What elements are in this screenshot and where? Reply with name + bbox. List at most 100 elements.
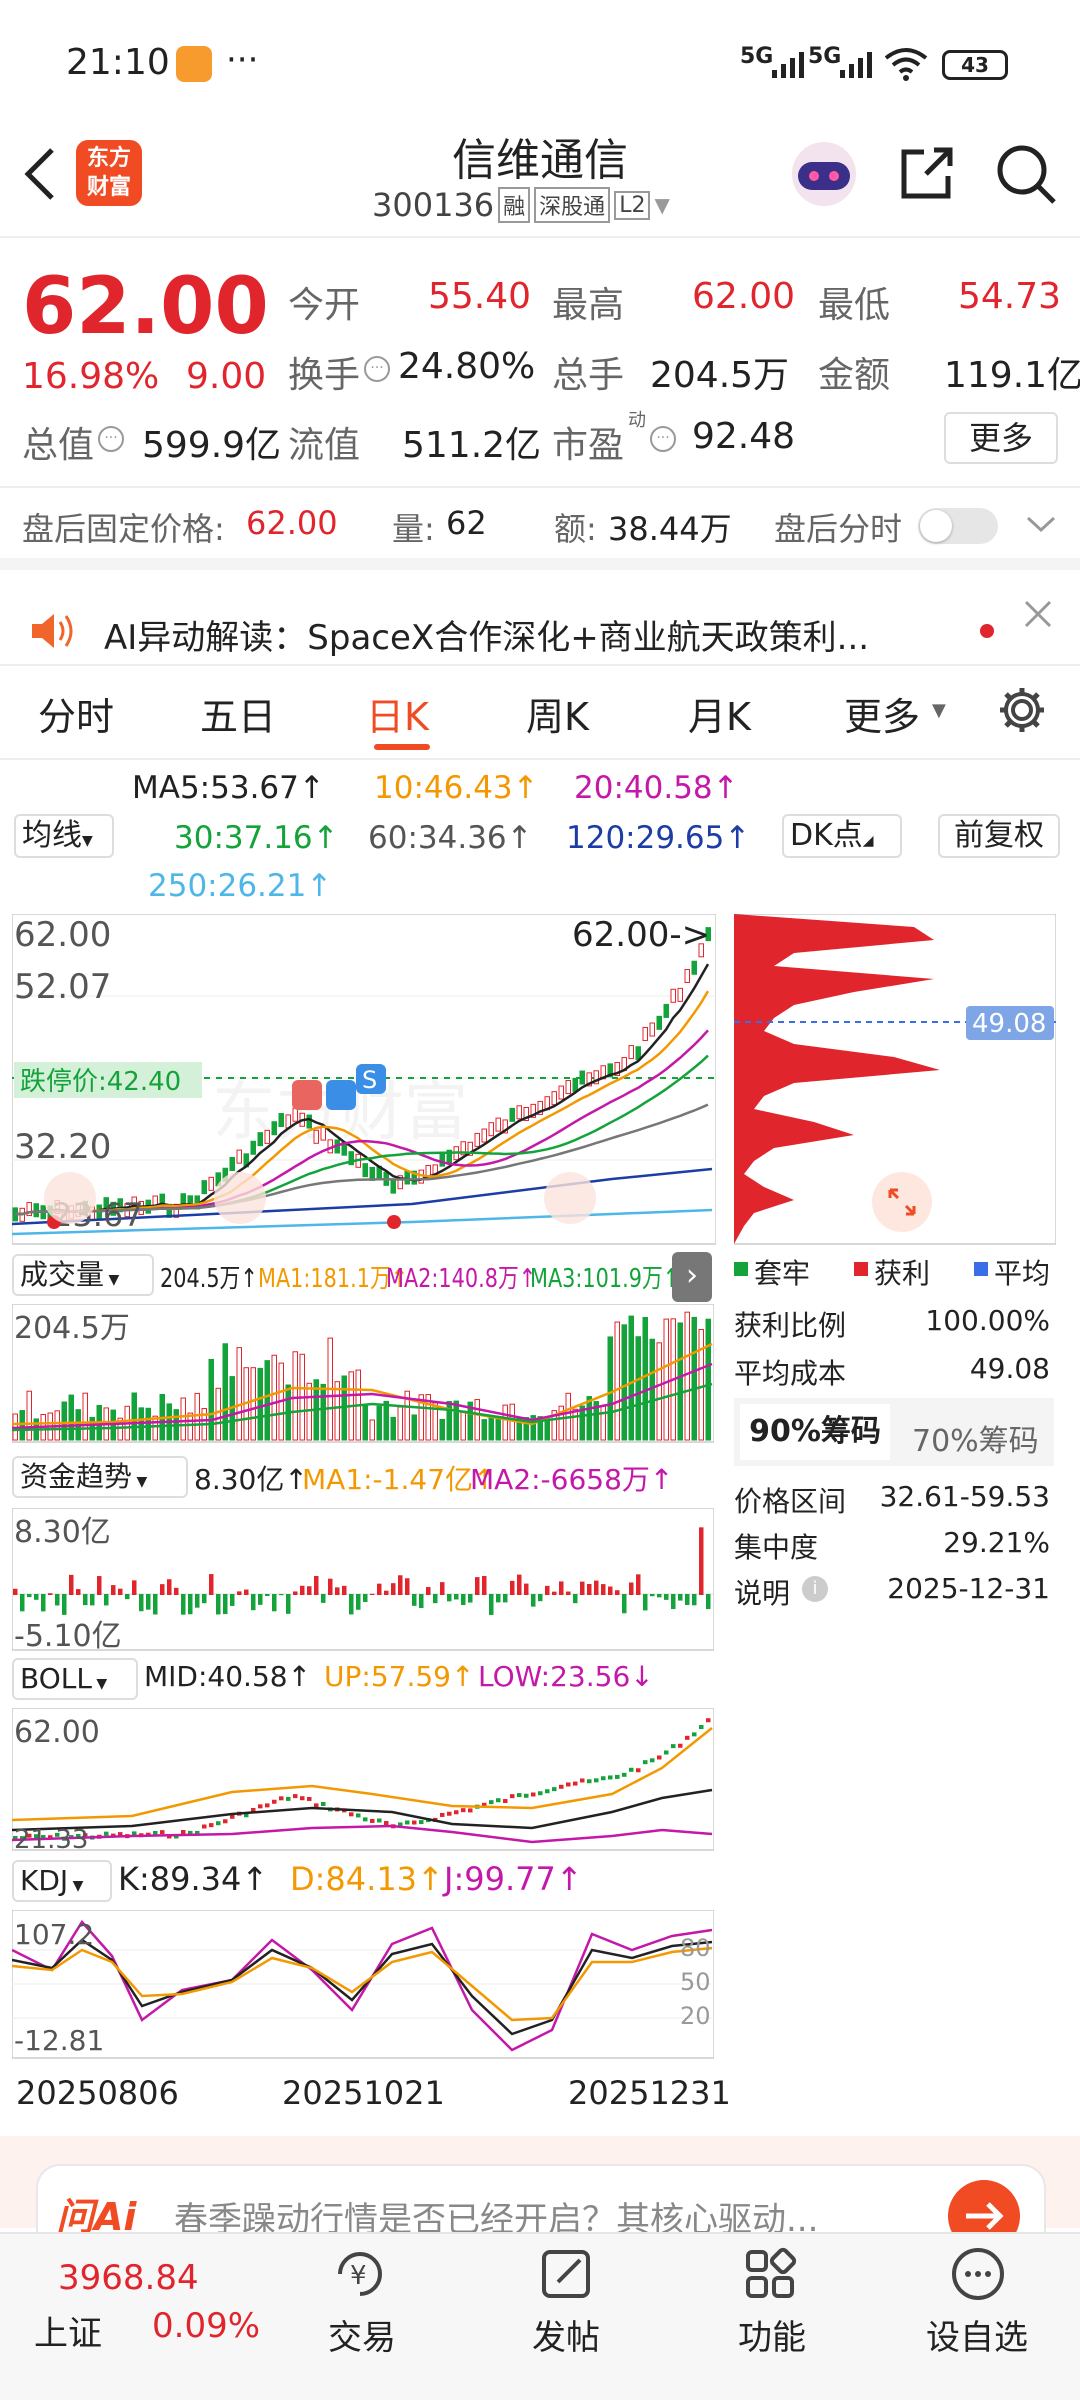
function-icon[interactable] <box>740 2244 800 2304</box>
fund-bar <box>468 1594 473 1603</box>
after-hours-label: 盘后固定价格: <box>22 510 225 548</box>
ma-selector[interactable]: 均线▼ <box>14 814 114 858</box>
kchart-price-tag: 62.00-> <box>572 915 710 955</box>
chevron-down-icon[interactable]: ▼ <box>932 700 946 721</box>
fund-bar <box>202 1594 207 1604</box>
boll-candle <box>447 1811 452 1816</box>
after-hours-amt: 38.44万 <box>608 510 732 548</box>
chevron-down-icon[interactable]: ▼ <box>654 193 669 217</box>
scroll-left-icon[interactable] <box>44 1172 96 1224</box>
amount-value: 119.1亿 <box>944 355 1080 396</box>
fund-bar <box>650 1594 655 1597</box>
boll-candle <box>209 1823 214 1828</box>
tab-chip-70[interactable]: 70%筹码 <box>912 1416 1039 1460</box>
index-change: 0.09% <box>152 2306 261 2346</box>
turnover-value: 24.80% <box>398 346 536 387</box>
fund-bar <box>545 1585 550 1595</box>
chip-distribution-chart[interactable]: 49.08 <box>734 914 1056 1246</box>
boll-candle <box>440 1812 445 1817</box>
adjust-button[interactable]: 前复权 <box>938 814 1060 858</box>
fund-bar <box>13 1588 18 1595</box>
kdj-level-50: 50 <box>680 1968 711 1996</box>
add-watchlist-icon[interactable] <box>948 2244 1008 2304</box>
fund-bar <box>405 1578 410 1595</box>
volume-bar <box>390 1416 396 1441</box>
boll-candle <box>454 1810 459 1815</box>
dk-point-button[interactable]: DK点◢ <box>782 814 902 858</box>
change-pct: 16.98% <box>22 356 160 397</box>
status-time: 21:10 <box>66 42 170 83</box>
candle <box>572 1077 578 1092</box>
more-button[interactable]: 更多 <box>944 412 1058 464</box>
after-hours-toggle[interactable] <box>918 508 998 544</box>
fund-bar <box>433 1594 438 1604</box>
zoom-out-icon[interactable] <box>214 1172 266 1224</box>
nav-function[interactable]: 功能 <box>738 2310 806 2359</box>
candle <box>439 1152 445 1167</box>
info-icon[interactable]: ··· <box>364 356 390 382</box>
fund-bar <box>27 1594 32 1598</box>
avg-cost-value: 49.08 <box>969 1352 1050 1385</box>
fund-bar <box>580 1581 585 1595</box>
fund-bar <box>699 1527 704 1595</box>
news-text[interactable]: AI异动解读：SpaceX合作深化+商业航天政策利... <box>104 610 869 659</box>
candle <box>481 1128 487 1143</box>
low-value: 54.73 <box>958 276 1062 317</box>
fund-bar <box>216 1594 221 1615</box>
share-icon[interactable] <box>896 144 956 204</box>
boll-mid: MID:40.58↑ <box>144 1660 312 1693</box>
svg-text:¥: ¥ <box>350 2261 367 2291</box>
boll-candle <box>699 1725 704 1730</box>
kline-chart[interactable]: 东方财富 跌停价:42.40 62.00 52.07 32.20 23.67 6… <box>12 914 716 1246</box>
fund-trend-selector[interactable]: 资金趋势 ▼ <box>12 1456 188 1498</box>
divider <box>0 664 1080 666</box>
info-icon[interactable]: i <box>802 1576 828 1602</box>
info-icon[interactable]: ··· <box>98 426 124 452</box>
fund-bar <box>41 1594 46 1612</box>
ai-robot-icon[interactable] <box>786 138 862 208</box>
index-value[interactable]: 3968.84 <box>58 2258 199 2298</box>
fund-bar <box>426 1587 431 1595</box>
fund-bar <box>125 1594 130 1600</box>
trade-icon[interactable]: ¥ <box>330 2244 390 2304</box>
tab-weekly-k[interactable]: 周K <box>526 686 589 741</box>
close-icon[interactable] <box>1020 596 1056 632</box>
volume-selector[interactable]: 成交量 ▼ <box>12 1254 154 1296</box>
candle <box>656 1015 662 1030</box>
candle <box>278 1113 284 1128</box>
nav-post[interactable]: 发帖 <box>532 2310 600 2359</box>
fund-bar <box>657 1594 662 1598</box>
fund-bar <box>356 1594 361 1610</box>
nav-add-watchlist[interactable]: 设自选 <box>926 2310 1028 2359</box>
gear-icon[interactable] <box>996 684 1048 736</box>
ma10-value: 10:46.43↑ <box>374 770 539 806</box>
volume-bar <box>663 1318 669 1441</box>
tab-chip-90[interactable]: 90%筹码 <box>740 1404 890 1460</box>
boll-selector[interactable]: BOLL ▼ <box>12 1658 138 1700</box>
date-mid: 20251021 <box>282 2074 445 2112</box>
volume-bar <box>684 1311 690 1441</box>
candle <box>558 1085 564 1100</box>
info-icon[interactable]: ··· <box>650 426 676 452</box>
scroll-right-icon[interactable] <box>544 1172 596 1224</box>
fund-trend-value: 8.30亿↑ <box>194 1463 308 1496</box>
tab-monthly-k[interactable]: 月K <box>688 686 751 741</box>
chevron-down-icon[interactable] <box>1024 512 1058 536</box>
kdj-selector[interactable]: KDJ ▼ <box>12 1860 112 1902</box>
low-label: 最低 <box>818 285 891 326</box>
expand-indicators-icon[interactable]: › <box>672 1252 712 1302</box>
volume-bar <box>82 1392 88 1441</box>
pe-superscript: 动 <box>628 410 646 431</box>
tab-more[interactable]: 更多 <box>844 686 920 741</box>
tab-timeshare[interactable]: 分时 <box>38 686 114 741</box>
s-signal-icon <box>292 1080 322 1110</box>
nav-trade[interactable]: 交易 <box>328 2310 396 2359</box>
boll-candle <box>629 1767 634 1772</box>
search-icon[interactable] <box>994 142 1058 206</box>
post-icon[interactable] <box>536 2244 596 2304</box>
tab-five-day[interactable]: 五日 <box>200 686 276 741</box>
index-name[interactable]: 上证 <box>34 2306 102 2355</box>
volume-bar <box>446 1401 452 1441</box>
tab-daily-k[interactable]: 日K <box>366 686 429 741</box>
expand-icon[interactable] <box>872 1172 932 1232</box>
